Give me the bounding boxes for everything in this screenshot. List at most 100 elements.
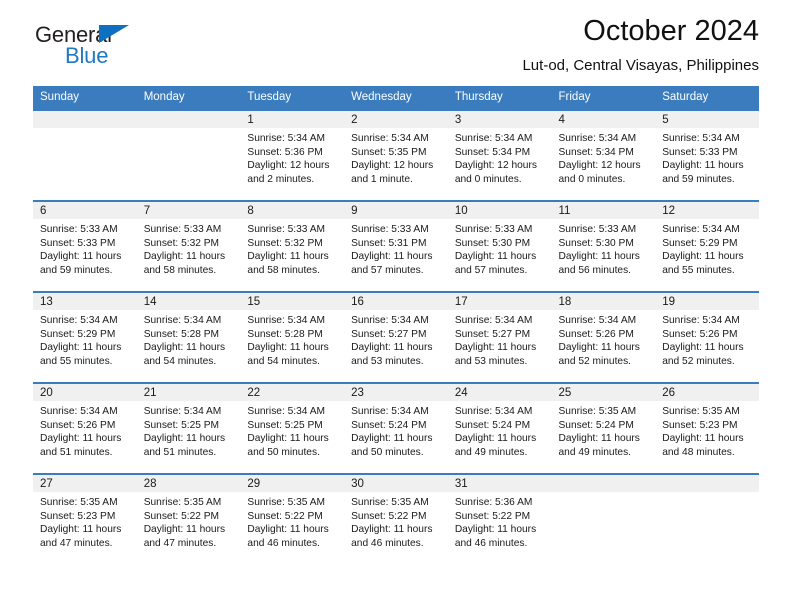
calendar-day-cell[interactable]: 14 Sunrise: 5:34 AM Sunset: 5:28 PM Dayligh… xyxy=(136,291,241,383)
calendar-day-cell[interactable]: 7 Sunrise: 5:33 AM Sunset: 5:32 PM Daylight… xyxy=(136,200,241,292)
sunset-text: Sunset: 5:22 PM xyxy=(247,510,323,522)
calendar-day-cell[interactable]: 1 Sunrise: 5:34 AM Sunset: 5:36 PM Daylight… xyxy=(240,109,345,201)
sunset-text: Sunset: 5:27 PM xyxy=(351,328,427,340)
calendar-body: 1 Sunrise: 5:34 AM Sunset: 5:36 PM Daylight… xyxy=(33,109,759,564)
page-title: October 2024 xyxy=(583,15,759,47)
daylight-text-line1: Daylight: 11 hours xyxy=(247,251,329,263)
calendar-day-cell-empty xyxy=(551,473,656,564)
daylight-text-line2: and 46 minutes. xyxy=(247,537,320,549)
daylight-text-line2: and 49 minutes. xyxy=(454,446,528,458)
calendar-day-cell[interactable]: 30 Sunrise: 5:35 AM Sunset: 5:22 PM Dayligh… xyxy=(344,473,448,564)
day-details: Sunrise: 5:33 AM Sunset: 5:30 PM Daylight:… xyxy=(552,219,656,277)
calendar-day-cell[interactable]: 13 Sunrise: 5:34 AM Sunset: 5:29 PM Dayligh… xyxy=(33,291,137,383)
day-number: 22 xyxy=(240,384,345,401)
sunset-text: Sunset: 5:33 PM xyxy=(40,237,116,249)
day-number: 3 xyxy=(447,111,552,128)
day-details: Sunrise: 5:34 AM Sunset: 5:29 PM Daylight:… xyxy=(655,219,759,277)
calendar-day-cell[interactable]: 9 Sunrise: 5:33 AM Sunset: 5:31 PM Daylight… xyxy=(344,200,448,292)
calendar-day-cell[interactable]: 16 Sunrise: 5:34 AM Sunset: 5:27 PM Dayligh… xyxy=(344,291,448,383)
day-details: Sunrise: 5:35 AM Sunset: 5:22 PM Daylight:… xyxy=(240,492,344,550)
calendar-day-cell[interactable]: 31 Sunrise: 5:36 AM Sunset: 5:22 PM Dayligh… xyxy=(447,473,552,564)
daylight-text-line2: and 57 minutes. xyxy=(454,264,528,276)
weekday-header-wednesday: Wednesday xyxy=(344,86,448,110)
sunrise-text: Sunrise: 5:34 AM xyxy=(558,315,637,326)
calendar-day-cell[interactable]: 4 Sunrise: 5:34 AM Sunset: 5:34 PM Daylight… xyxy=(551,109,656,201)
daylight-text-line1: Daylight: 11 hours xyxy=(247,342,329,354)
calendar-day-cell[interactable]: 25 Sunrise: 5:35 AM Sunset: 5:24 PM Dayligh… xyxy=(551,382,656,474)
calendar-day-cell[interactable]: 18 Sunrise: 5:34 AM Sunset: 5:26 PM Dayligh… xyxy=(551,291,656,383)
day-details: Sunrise: 5:34 AM Sunset: 5:24 PM Daylight:… xyxy=(344,401,448,459)
day-number: 25 xyxy=(551,384,656,401)
calendar-day-cell[interactable]: 27 Sunrise: 5:35 AM Sunset: 5:23 PM Dayligh… xyxy=(33,473,137,564)
sunrise-text: Sunrise: 5:33 AM xyxy=(558,224,637,235)
calendar-day-cell[interactable]: 21 Sunrise: 5:34 AM Sunset: 5:25 PM Dayligh… xyxy=(136,382,241,474)
day-details xyxy=(655,492,759,496)
calendar-day-cell[interactable]: 20 Sunrise: 5:34 AM Sunset: 5:26 PM Dayligh… xyxy=(33,382,137,474)
calendar-day-cell[interactable]: 22 Sunrise: 5:34 AM Sunset: 5:25 PM Dayligh… xyxy=(240,382,345,474)
day-number xyxy=(33,111,137,128)
sunset-text: Sunset: 5:35 PM xyxy=(351,146,427,158)
calendar-day-cell[interactable]: 23 Sunrise: 5:34 AM Sunset: 5:24 PM Dayligh… xyxy=(344,382,448,474)
calendar-day-cell[interactable]: 8 Sunrise: 5:33 AM Sunset: 5:32 PM Daylight… xyxy=(240,200,345,292)
sunrise-text: Sunrise: 5:33 AM xyxy=(40,224,118,235)
day-details: Sunrise: 5:35 AM Sunset: 5:24 PM Daylight:… xyxy=(552,401,656,459)
calendar-day-cell[interactable]: 5 Sunrise: 5:34 AM Sunset: 5:33 PM Daylight… xyxy=(655,109,759,201)
daylight-text-line1: Daylight: 11 hours xyxy=(40,524,122,536)
sunset-text: Sunset: 5:29 PM xyxy=(662,237,738,249)
daylight-text-line2: and 52 minutes. xyxy=(558,355,632,367)
day-number: 24 xyxy=(447,384,552,401)
day-number: 29 xyxy=(240,475,345,492)
calendar-day-cell[interactable]: 15 Sunrise: 5:34 AM Sunset: 5:28 PM Dayligh… xyxy=(240,291,345,383)
day-number: 16 xyxy=(344,293,448,310)
calendar-week-row: 20 Sunrise: 5:34 AM Sunset: 5:26 PM Dayligh… xyxy=(33,382,759,474)
daylight-text-line2: and 59 minutes. xyxy=(40,264,113,276)
day-details: Sunrise: 5:34 AM Sunset: 5:29 PM Daylight:… xyxy=(33,310,137,368)
day-details: Sunrise: 5:33 AM Sunset: 5:30 PM Daylight:… xyxy=(448,219,552,277)
daylight-text-line1: Daylight: 11 hours xyxy=(558,251,640,263)
calendar-day-cell[interactable]: 10 Sunrise: 5:33 AM Sunset: 5:30 PM Dayligh… xyxy=(447,200,552,292)
day-details: Sunrise: 5:34 AM Sunset: 5:26 PM Daylight:… xyxy=(552,310,656,368)
day-details: Sunrise: 5:34 AM Sunset: 5:27 PM Daylight:… xyxy=(344,310,448,368)
calendar-day-cell[interactable]: 29 Sunrise: 5:35 AM Sunset: 5:22 PM Dayligh… xyxy=(240,473,345,564)
sunset-text: Sunset: 5:30 PM xyxy=(558,237,634,249)
calendar-day-cell[interactable]: 19 Sunrise: 5:34 AM Sunset: 5:26 PM Dayligh… xyxy=(655,291,759,383)
daylight-text-line2: and 58 minutes. xyxy=(143,264,217,276)
daylight-text-line1: Daylight: 11 hours xyxy=(454,251,537,263)
sunset-text: Sunset: 5:31 PM xyxy=(351,237,427,249)
calendar-day-cell[interactable]: 3 Sunrise: 5:34 AM Sunset: 5:34 PM Daylight… xyxy=(447,109,552,201)
sunrise-text: Sunrise: 5:35 AM xyxy=(662,406,740,417)
sunset-text: Sunset: 5:34 PM xyxy=(558,146,634,158)
calendar-day-cell[interactable]: 12 Sunrise: 5:34 AM Sunset: 5:29 PM Dayligh… xyxy=(655,200,759,292)
sunset-text: Sunset: 5:22 PM xyxy=(143,510,220,522)
weekday-header-friday: Friday xyxy=(551,86,656,110)
sunset-text: Sunset: 5:32 PM xyxy=(143,237,220,249)
day-number: 12 xyxy=(655,202,759,219)
daylight-text-line2: and 53 minutes. xyxy=(351,355,424,367)
sunrise-text: Sunrise: 5:34 AM xyxy=(558,133,637,144)
sunrise-text: Sunrise: 5:35 AM xyxy=(351,497,429,508)
daylight-text-line2: and 57 minutes. xyxy=(351,264,424,276)
day-details: Sunrise: 5:35 AM Sunset: 5:22 PM Daylight:… xyxy=(344,492,448,550)
calendar-day-cell[interactable]: 11 Sunrise: 5:33 AM Sunset: 5:30 PM Dayligh… xyxy=(551,200,656,292)
day-number: 9 xyxy=(344,202,448,219)
calendar-day-cell[interactable]: 28 Sunrise: 5:35 AM Sunset: 5:22 PM Dayligh… xyxy=(136,473,241,564)
sunrise-text: Sunrise: 5:33 AM xyxy=(143,224,222,235)
sunrise-text: Sunrise: 5:33 AM xyxy=(351,224,429,235)
sunset-text: Sunset: 5:25 PM xyxy=(143,419,220,431)
sunset-text: Sunset: 5:26 PM xyxy=(662,328,738,340)
daylight-text-line1: Daylight: 11 hours xyxy=(40,433,122,445)
calendar-day-cell[interactable]: 2 Sunrise: 5:34 AM Sunset: 5:35 PM Daylight… xyxy=(344,109,448,201)
sunrise-text: Sunrise: 5:34 AM xyxy=(454,406,533,417)
day-number xyxy=(136,111,241,128)
daylight-text-line2: and 56 minutes. xyxy=(558,264,632,276)
daylight-text-line1: Daylight: 11 hours xyxy=(351,342,433,354)
sunset-text: Sunset: 5:23 PM xyxy=(40,510,116,522)
day-details: Sunrise: 5:34 AM Sunset: 5:28 PM Daylight:… xyxy=(240,310,344,368)
daylight-text-line2: and 51 minutes. xyxy=(143,446,217,458)
calendar-day-cell[interactable]: 6 Sunrise: 5:33 AM Sunset: 5:33 PM Daylight… xyxy=(33,200,137,292)
calendar-day-cell[interactable]: 17 Sunrise: 5:34 AM Sunset: 5:27 PM Dayligh… xyxy=(447,291,552,383)
page-subtitle: Lut-od, Central Visayas, Philippines xyxy=(522,56,759,74)
calendar-day-cell[interactable]: 26 Sunrise: 5:35 AM Sunset: 5:23 PM Dayligh… xyxy=(655,382,759,474)
general-blue-logo[interactable]: General Blue xyxy=(35,22,205,74)
calendar-day-cell[interactable]: 24 Sunrise: 5:34 AM Sunset: 5:24 PM Dayligh… xyxy=(447,382,552,474)
